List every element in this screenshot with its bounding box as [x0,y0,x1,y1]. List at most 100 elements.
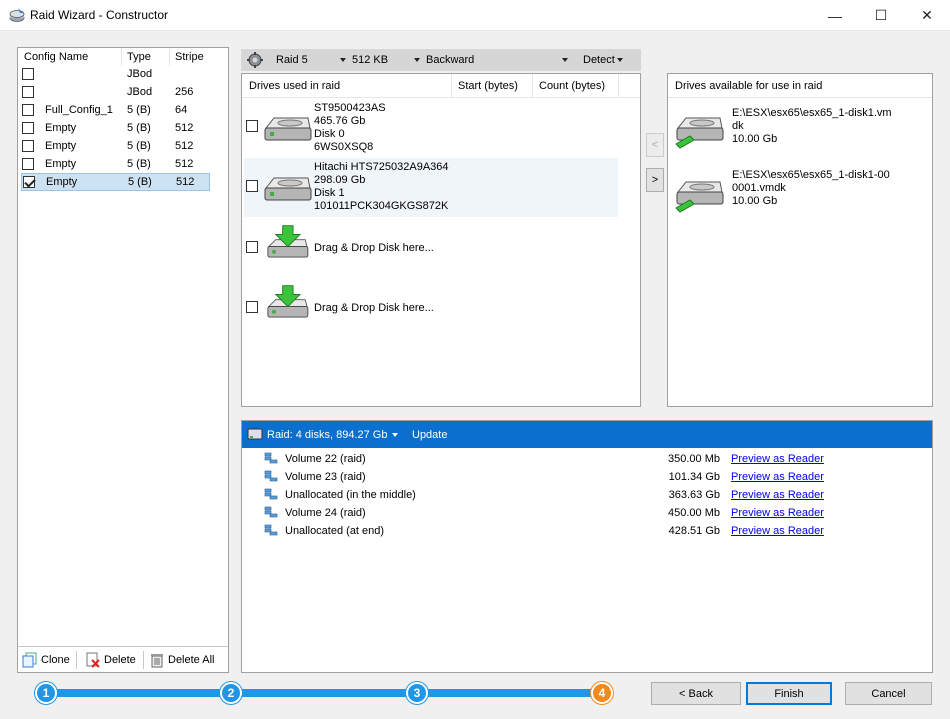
config-stripe: 512 [175,158,194,170]
config-row-checkbox[interactable] [22,140,34,152]
config-row[interactable]: Full_Config_1 5 (B) 64 [21,101,210,119]
wizard-step-1[interactable]: 1 [35,682,57,704]
drop-slot-1[interactable]: Drag & Drop Disk here... [244,284,618,334]
config-row-checkbox[interactable] [22,68,34,80]
config-row-checkbox[interactable] [23,176,35,188]
update-button[interactable]: Update [412,429,447,441]
volume-size: 350.00 Mb [668,453,720,465]
config-row[interactable]: Empty 5 (B) 512 [21,137,210,155]
available-drive-1-size: 10.00 Gb [732,195,778,207]
available-drive-1[interactable]: E:\ESX\esx65\esx65_1-disk1-00 0001.vmdk … [670,166,928,218]
close-button[interactable]: ✕ [904,0,950,31]
available-drive-0-size: 10.00 Gb [732,133,778,145]
volume-name: Volume 24 (raid) [285,507,366,519]
drives-used-header: Drives used in raid Start (bytes) Count … [242,74,640,98]
delete-button[interactable]: Delete [85,651,136,669]
maximize-icon: ☐ [874,7,888,23]
config-row[interactable]: Empty 5 (B) 512 [21,173,210,191]
finish-button[interactable]: Finish [746,682,832,705]
minimize-button[interactable]: — [812,0,858,31]
wizard-step-2[interactable]: 2 [220,682,242,704]
volume-icon [264,470,278,482]
hard-disk-icon [264,117,312,141]
available-drive-0-path: E:\ESX\esx65\esx65_1-disk1.vm [732,107,892,119]
drop-slot-0[interactable]: Drag & Drop Disk here... [244,224,618,274]
drive-0-checkbox[interactable] [246,120,258,132]
raid-type-dropdown[interactable]: Raid 5 [276,54,346,66]
config-stripe: 512 [175,122,194,134]
chevron-down-icon [339,58,346,63]
wizard-step-3[interactable]: 3 [406,682,428,704]
drop-slot-1-checkbox[interactable] [246,301,258,313]
config-row-checkbox[interactable] [22,122,34,134]
drive-1-checkbox[interactable] [246,180,258,192]
preview-as-reader-link[interactable]: Preview as Reader [731,507,824,519]
hard-disk-icon [264,177,312,201]
config-row[interactable]: Empty 5 (B) 512 [21,119,210,137]
config-row[interactable]: JBod [21,65,210,83]
drive-1-size: 298.09 Gb [314,174,366,186]
preview-as-reader-link[interactable]: Preview as Reader [731,525,824,537]
move-right-button[interactable]: > [646,168,664,192]
maximize-button[interactable]: ☐ [858,0,904,31]
back-button[interactable]: < Back [651,682,741,705]
config-stripe: 512 [175,140,194,152]
config-row-checkbox[interactable] [22,158,34,170]
available-drive-0[interactable]: E:\ESX\esx65\esx65_1-disk1.vm dk 10.00 G… [670,102,928,154]
drive-0-serial: 6WS0XSQ8 [314,141,374,153]
drop-slot-0-checkbox[interactable] [246,241,258,253]
drives-available-panel: Drives available for use in raid E:\ESX\… [667,73,933,407]
preview-as-reader-link[interactable]: Preview as Reader [731,453,824,465]
drive-0-size: 465.76 Gb [314,115,366,127]
start-bytes-header[interactable]: Start (bytes) [458,80,518,92]
type-header[interactable]: Type [127,51,151,63]
clone-button[interactable]: Clone [22,651,70,669]
drop-disk-icon [267,285,309,318]
volume-row[interactable]: Unallocated (at end) 428.51 Gb Preview as … [242,522,932,540]
config-name: Empty [45,122,77,134]
trash-icon [151,654,163,668]
config-row[interactable]: JBod 256 [21,83,210,101]
config-name-header[interactable]: Config Name [24,51,88,63]
detect-dropdown[interactable]: Detect [583,54,623,66]
parity-order-dropdown[interactable]: Backward [426,54,569,66]
config-row-checkbox[interactable] [22,86,34,98]
volume-name: Volume 22 (raid) [285,453,366,465]
preview-as-reader-link[interactable]: Preview as Reader [731,489,824,501]
gear-icon[interactable] [247,52,263,68]
chevron-down-icon[interactable] [392,433,398,437]
raid-disk-icon [247,428,263,440]
config-row[interactable]: Empty 5 (B) 512 [21,155,210,173]
volume-row[interactable]: Unallocated (in the middle) 363.63 Gb Prev… [242,486,932,504]
clone-label: Clone [41,654,70,666]
cancel-button[interactable]: Cancel [845,682,932,705]
move-left-button[interactable]: < [646,133,664,157]
available-drive-1-path: E:\ESX\esx65\esx65_1-disk1-00 [732,169,890,181]
drive-row-0[interactable]: ST9500423AS 465.76 Gb Disk 0 6WS0XSQ8 [244,100,618,156]
volume-row[interactable]: Volume 24 (raid) 450.00 Mb Preview as Read… [242,504,932,522]
wizard-step-4[interactable]: 4 [591,682,613,704]
available-drive-0-path-cont: dk [732,120,744,132]
drive-1-label: Disk 1 [314,187,345,199]
preview-as-reader-link[interactable]: Preview as Reader [731,471,824,483]
count-bytes-header[interactable]: Count (bytes) [539,80,605,92]
config-stripe: 256 [175,86,194,98]
config-stripe: 64 [175,104,188,116]
raid-summary-header: Raid: 4 disks, 894.27 Gb Update [242,421,932,448]
raid-summary-label[interactable]: Raid: 4 disks, 894.27 Gb [267,429,387,441]
drive-row-1[interactable]: Hitachi HTS725032A9A364 298.09 Gb Disk 1… [244,158,618,217]
drive-0-label: Disk 0 [314,128,345,140]
config-list-header: Config Name Type Stripe [18,48,228,66]
drives-used-header-label[interactable]: Drives used in raid [249,80,340,92]
stripe-header[interactable]: Stripe [175,51,204,63]
delete-all-button[interactable]: Delete All [149,651,214,669]
volume-row[interactable]: Volume 22 (raid) 350.00 Mb Preview as Read… [242,450,932,468]
volume-size: 450.00 Mb [668,507,720,519]
title-bar: Raid Wizard - Constructor — ☐ ✕ [0,0,950,31]
minimize-icon: — [828,7,842,24]
config-stripe: 512 [176,176,195,188]
config-row-checkbox[interactable] [22,104,34,116]
volume-row[interactable]: Volume 23 (raid) 101.34 Gb Preview as Read… [242,468,932,486]
volume-name: Volume 23 (raid) [285,471,366,483]
stripe-size-dropdown[interactable]: 512 KB [352,54,421,66]
